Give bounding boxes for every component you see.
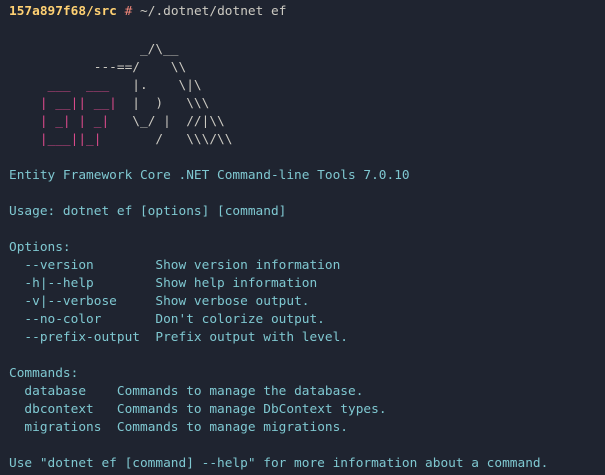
option-row: --no-color Don't colorize output.: [9, 311, 325, 329]
command-desc: Commands to manage migrations.: [116, 420, 349, 435]
logo-white-4: | ) \\\: [132, 96, 210, 111]
command-name: migrations: [9, 420, 117, 435]
logo-white-5: \_/ | //|\\: [132, 114, 225, 129]
logo-pink-4: | __|| __|: [9, 96, 133, 111]
logo-white-6: / \\\/\\: [132, 132, 233, 147]
option-desc: Show version information: [155, 258, 341, 273]
command-desc: Commands to manage the database.: [116, 384, 364, 399]
option-flag: --prefix-output: [9, 330, 156, 345]
prompt-symbol: #: [124, 4, 133, 19]
logo-line-4: | __|| __| | ) \\\: [9, 95, 210, 113]
option-desc: Show verbose output.: [155, 294, 310, 309]
logo-line-6: |___||_| / \\\/\\: [9, 131, 233, 149]
logo-pink-5: | _| | _|: [9, 114, 133, 129]
command-desc: Commands to manage DbContext types.: [116, 402, 387, 417]
logo-line-3: ___ ___ |. \|\: [9, 77, 202, 95]
option-desc: Don't colorize output.: [155, 312, 325, 327]
option-flag: -v|--verbose: [9, 294, 156, 309]
command-row: dbcontext Commands to manage DbContext t…: [9, 401, 387, 419]
option-desc: Prefix output with level.: [155, 330, 349, 345]
option-row: -v|--verbose Show verbose output.: [9, 293, 309, 311]
options-header: Options:: [9, 240, 71, 255]
logo-white-3: |. \|\: [132, 78, 202, 93]
command-row: migrations Commands to manage migrations…: [9, 419, 348, 437]
command-row: database Commands to manage the database…: [9, 383, 363, 401]
logo-pink-3: ___ ___: [9, 78, 133, 93]
prompt-command: ~/.dotnet/dotnet ef: [140, 4, 287, 19]
terminal-window[interactable]: 157a897f68/src # ~/.dotnet/dotnet ef _/\…: [0, 0, 605, 475]
commands-header: Commands:: [9, 366, 79, 381]
logo-pink-6: |___||_|: [9, 132, 133, 147]
logo-line-1: _/\__: [9, 42, 179, 57]
option-row: -h|--help Show help information: [9, 275, 317, 293]
prompt-line: 157a897f68/src # ~/.dotnet/dotnet ef: [9, 3, 286, 21]
tool-title: Entity Framework Core .NET Command-line …: [9, 168, 410, 183]
option-flag: --no-color: [9, 312, 156, 327]
option-flag: --version: [9, 258, 156, 273]
footer-hint: Use "dotnet ef [command] --help" for mor…: [9, 456, 549, 471]
command-name: dbcontext: [9, 402, 117, 417]
usage-line: Usage: dotnet ef [options] [command]: [9, 204, 287, 219]
logo-line-5: | _| | _| \_/ | //|\\: [9, 113, 225, 131]
option-row: --prefix-output Prefix output with level…: [9, 329, 348, 347]
option-flag: -h|--help: [9, 276, 156, 291]
option-desc: Show help information: [155, 276, 318, 291]
command-name: database: [9, 384, 117, 399]
prompt-path: 157a897f68/src: [9, 4, 117, 19]
logo-line-2: ---==/ \\: [9, 60, 187, 75]
option-row: --version Show version information: [9, 257, 340, 275]
